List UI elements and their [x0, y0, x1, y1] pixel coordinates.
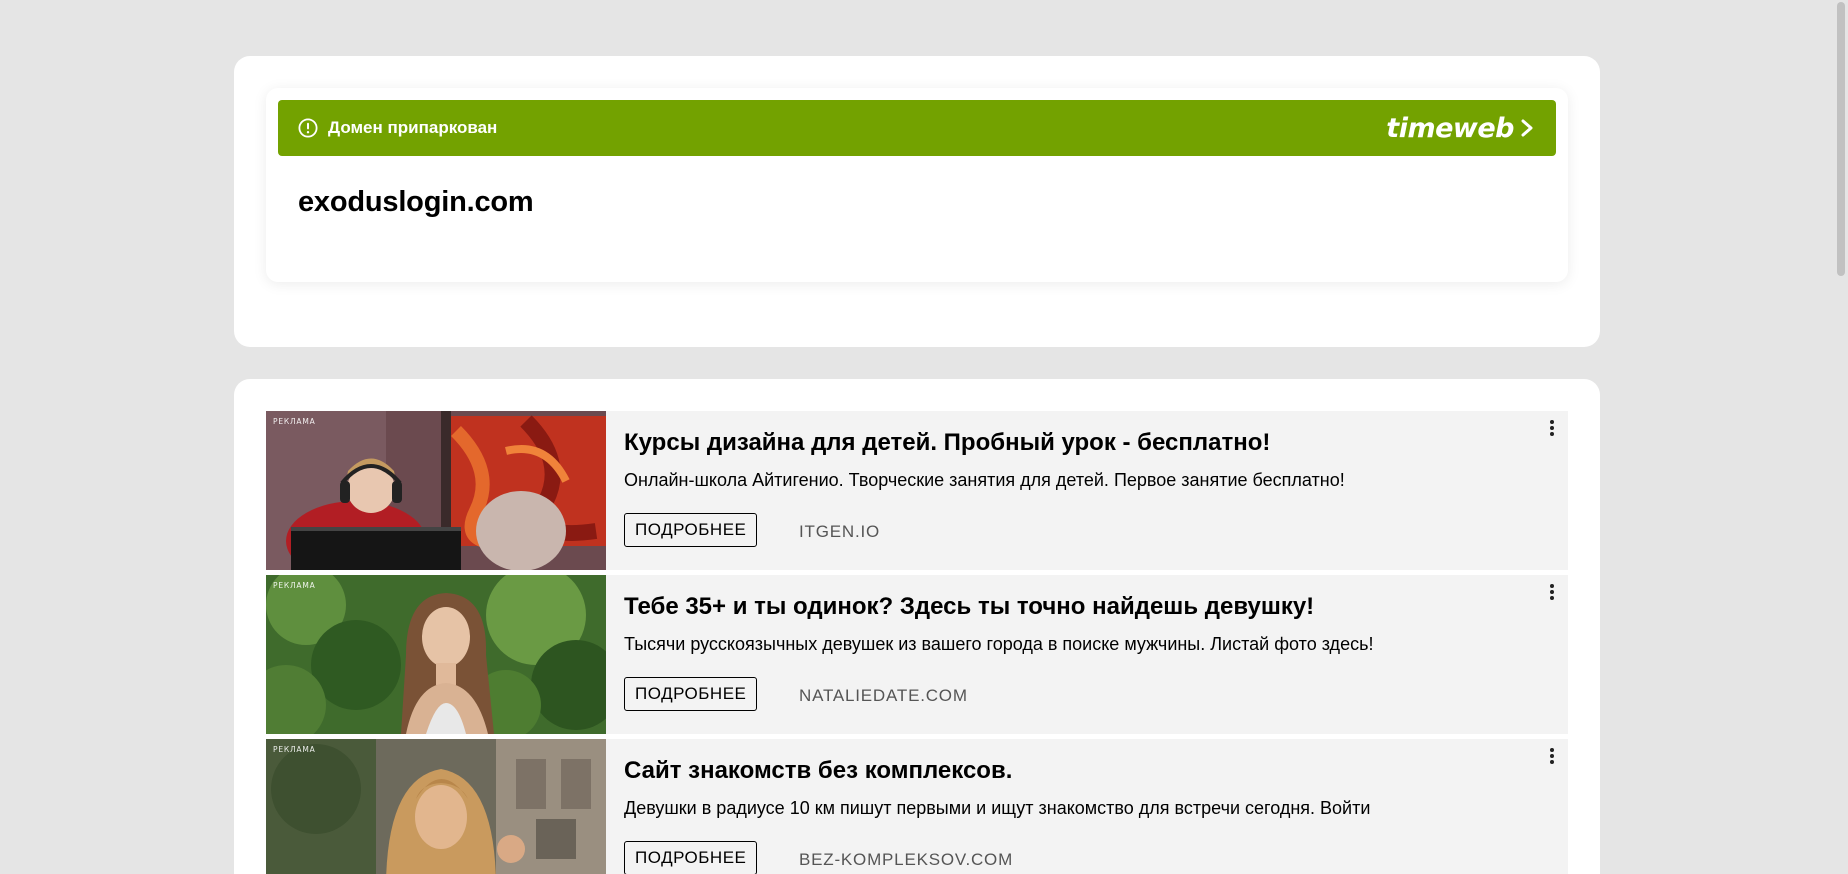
- ad-card[interactable]: РЕКЛАМА Тебе 35+ и ты одинок? Здесь ты т…: [266, 575, 1568, 734]
- ad-description: Девушки в радиусе 10 км пишут первыми и …: [624, 798, 1371, 818]
- timeweb-logo-link[interactable]: timeweb: [1386, 113, 1534, 144]
- ad-image[interactable]: РЕКЛАМА: [266, 411, 606, 570]
- ad-title[interactable]: Сайт знакомств без комплексов.: [624, 757, 1012, 785]
- ads-panel: РЕКЛАМА Курсы дизайна для детей. Пробный…: [234, 379, 1600, 874]
- parked-notice-text: Домен припаркован: [328, 118, 498, 137]
- ad-label: РЕКЛАМА: [273, 581, 316, 590]
- ad-domain[interactable]: ITGEN.IO: [799, 522, 880, 542]
- details-button[interactable]: ПОДРОБНЕЕ: [624, 841, 758, 874]
- parked-domain-name: exoduslogin.com: [298, 186, 534, 218]
- ad-image[interactable]: РЕКЛАМА: [266, 739, 606, 874]
- more-options-icon[interactable]: [1546, 746, 1558, 766]
- ad-photo-kid-laptop: [266, 411, 606, 570]
- parking-card: Домен припаркован timeweb exoduslogin.co…: [266, 88, 1568, 282]
- brand-name: timeweb: [1386, 112, 1514, 144]
- ad-title[interactable]: Тебе 35+ и ты одинок? Здесь ты точно най…: [624, 593, 1314, 621]
- ad-label: РЕКЛАМА: [273, 745, 316, 754]
- details-button[interactable]: ПОДРОБНЕЕ: [624, 513, 758, 547]
- scrollbar-thumb[interactable]: [1837, 2, 1845, 276]
- ad-description: Тысячи русскоязычных девушек из вашего г…: [624, 634, 1374, 654]
- ad-label: РЕКЛАМА: [273, 417, 316, 426]
- ad-domain[interactable]: NATALIEDATE.COM: [799, 686, 968, 706]
- ad-card[interactable]: РЕКЛАМА Курсы дизайна для детей. Пробный…: [266, 411, 1568, 570]
- exclamation-circle-icon: [298, 118, 318, 138]
- details-button[interactable]: ПОДРОБНЕЕ: [624, 677, 758, 711]
- ad-photo-woman-street: [266, 739, 606, 874]
- chevron-right-icon: [1521, 119, 1533, 137]
- ad-domain[interactable]: BEZ-KOMPLEKSOV.COM: [799, 850, 1013, 870]
- page: Домен припаркован timeweb exoduslogin.co…: [0, 0, 1848, 874]
- parking-panel: Домен припаркован timeweb exoduslogin.co…: [234, 56, 1600, 347]
- ad-description: Онлайн-школа Айтигенио. Творческие занят…: [624, 470, 1345, 490]
- more-options-icon[interactable]: [1546, 418, 1558, 438]
- ad-card[interactable]: РЕКЛАМА Сайт знакомств без комплексов. Д…: [266, 739, 1568, 874]
- more-options-icon[interactable]: [1546, 582, 1558, 602]
- ad-title[interactable]: Курсы дизайна для детей. Пробный урок - …: [624, 429, 1270, 457]
- parked-notice-bar: Домен припаркован timeweb: [278, 100, 1556, 156]
- vertical-scrollbar[interactable]: [1833, 0, 1848, 874]
- ad-image[interactable]: РЕКЛАМА: [266, 575, 606, 734]
- ad-photo-woman-greenery: [266, 575, 606, 734]
